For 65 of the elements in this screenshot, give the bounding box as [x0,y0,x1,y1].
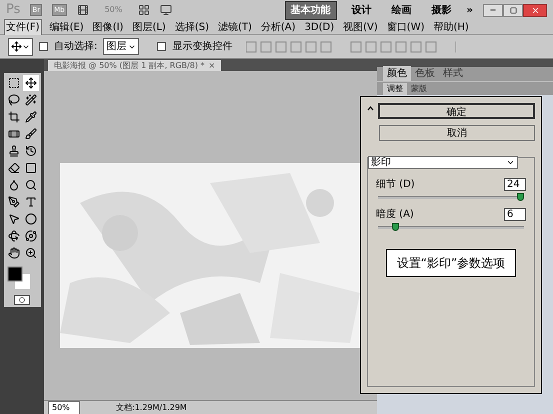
view-extras-icon[interactable] [76,4,89,16]
lasso-icon[interactable] [6,92,22,108]
menu-item[interactable]: 编辑(E) [48,20,85,34]
menu-item[interactable]: 窗口(W) [386,20,426,34]
workspace-tab[interactable]: 绘画 [386,2,417,18]
checkbox[interactable] [39,42,48,51]
tool-preset-picker[interactable] [8,38,33,56]
panel-tab[interactable]: 蒙版 [407,83,431,95]
wand-icon[interactable] [22,92,38,108]
ok-button[interactable]: 确定 [378,103,535,119]
menu-item[interactable]: 3D(D) [304,20,336,34]
menu-item[interactable]: 图层(L) [131,20,167,34]
document-tab[interactable]: 电影海报 @ 50% (图层 1 副本, RGB/8) * × [48,60,222,71]
color-swatches-drawing[interactable] [6,266,30,290]
slider-thumb[interactable] [392,223,399,231]
panel-tab[interactable]: 色板 [411,66,439,81]
parameter-label: 暗度 (A) [376,208,414,222]
panel-tab[interactable]: 调整 [383,83,407,95]
move-icon[interactable] [22,75,38,91]
menu-item[interactable]: 文件(F) [4,18,42,36]
callout-note: 设置“影印”参数选项 [386,249,516,277]
menu-item[interactable]: 图像(I) [92,20,124,34]
more-button[interactable]: » [466,2,473,18]
maximize-button[interactable] [503,4,523,16]
workspace-tab[interactable]: 设计 [346,2,377,18]
ellipse-icon[interactable] [22,211,38,227]
menu-item[interactable]: 选择(S) [174,20,210,34]
maximize-icon [510,6,516,14]
crop-icon[interactable] [6,109,22,125]
brush-icon[interactable] [22,126,38,142]
workspace-tab[interactable]: 摄影 [426,2,457,18]
option-label: 自动选择: [54,40,98,54]
arrange-icon[interactable] [138,4,150,16]
menu-item[interactable]: 滤镜(T) [216,20,253,34]
caret-icon [506,158,515,167]
collapse-icon[interactable] [367,105,374,111]
parameter-label: 细节 (D) [376,178,415,192]
cancel-button[interactable]: 取消 [379,125,535,141]
workspace-tab[interactable]: 基本功能 [284,0,337,20]
checkbox[interactable] [157,42,166,51]
move-icon [11,41,22,52]
menu-item[interactable]: 视图(V) [342,20,379,34]
eraser-icon[interactable] [6,160,22,176]
filter-dropdown[interactable]: 影印 [368,156,518,169]
pen-icon[interactable] [6,194,22,210]
close-button[interactable] [523,4,547,16]
menu-item[interactable]: 分析(A) [260,20,297,34]
zoom-field[interactable]: 50% [48,400,80,414]
tab-close-button[interactable]: × [208,60,216,71]
slider-thumb[interactable] [517,193,524,201]
orbit-icon[interactable] [22,228,38,244]
parameter-field[interactable]: 24 [504,178,526,191]
option-label: 显示变换控件 [172,40,232,54]
screen-mode-icon[interactable] [160,4,172,16]
hand-icon[interactable] [6,245,22,261]
rotate-icon[interactable] [6,228,22,244]
menu-item[interactable]: 帮助(H) [432,20,470,34]
parameter-field[interactable]: 6 [504,208,526,221]
panel-tab[interactable]: 颜色 [383,66,411,81]
target-dropdown[interactable]: 图层 [103,38,140,55]
close-icon [530,6,540,14]
panel-tab[interactable]: 样式 [439,66,467,81]
document-size: 文档:1.29M/1.29M [116,402,187,414]
app-logo: Ps [6,1,20,20]
quick-mask-icon[interactable] [14,295,30,305]
